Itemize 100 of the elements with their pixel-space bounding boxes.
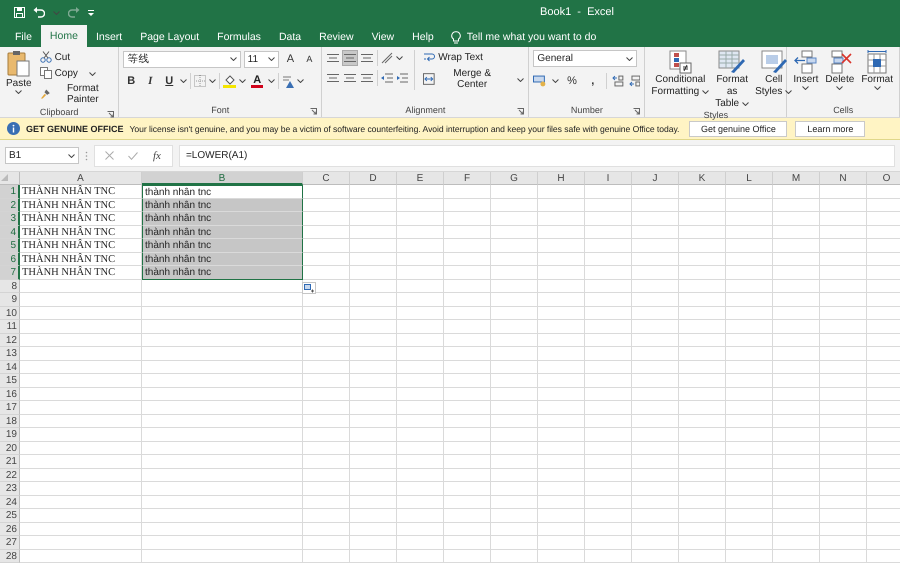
- row-header[interactable]: 27: [0, 536, 20, 550]
- format-painter-button[interactable]: Format Painter: [38, 82, 114, 106]
- quick-analysis-button[interactable]: [302, 282, 316, 294]
- percent-button[interactable]: %: [564, 72, 580, 90]
- ribbon-tab[interactable]: Insert: [86, 27, 132, 47]
- caret-icon: [626, 56, 634, 60]
- underline-button[interactable]: U: [161, 72, 178, 90]
- ribbon-tab[interactable]: Home: [40, 25, 87, 47]
- row-header[interactable]: 24: [0, 496, 20, 509]
- row-header[interactable]: 14: [0, 360, 20, 374]
- row-header[interactable]: 25: [0, 509, 20, 522]
- save-icon: [14, 7, 25, 18]
- paste-button[interactable]: Paste: [4, 50, 34, 106]
- row-header[interactable]: 15: [0, 374, 20, 388]
- ribbon-tab[interactable]: Page Layout: [131, 27, 208, 47]
- comma-style-button[interactable]: ,: [584, 72, 601, 90]
- caret-icon: [15, 90, 22, 94]
- column-header[interactable]: D: [350, 172, 397, 185]
- message-text: Your license isn't genuine, and you may be a victim of software counterfeiting. Avoid interruption and keep your files safe with genuine Office today.: [130, 124, 680, 134]
- row-header[interactable]: 7: [0, 266, 20, 280]
- learn-more-button[interactable]: Learn more: [795, 120, 866, 136]
- row-header[interactable]: 8: [0, 280, 20, 293]
- row-header[interactable]: 22: [0, 468, 20, 482]
- copy-button[interactable]: Copy: [38, 66, 80, 80]
- caret-icon: [180, 79, 188, 83]
- conditional-formatting-icon: [668, 50, 692, 74]
- style-button[interactable]: Format as Table: [713, 50, 752, 110]
- formula-field[interactable]: =LOWER(A1): [178, 144, 895, 166]
- cells-button[interactable]: Format: [859, 50, 895, 103]
- insert-function-button[interactable]: fx: [152, 148, 162, 162]
- row-header[interactable]: 20: [0, 442, 20, 455]
- column-header[interactable]: E: [397, 172, 444, 185]
- group-label: Clipboard: [40, 106, 78, 116]
- row-header[interactable]: 12: [0, 334, 20, 347]
- column-header[interactable]: A: [20, 172, 142, 185]
- column-header[interactable]: L: [726, 172, 773, 185]
- row-header[interactable]: 26: [0, 522, 20, 536]
- column-header[interactable]: I: [585, 172, 632, 185]
- vertical-align-button[interactable]: [360, 51, 374, 65]
- font-size-field[interactable]: 11: [244, 50, 280, 68]
- window-title: Book1 - Excel: [540, 6, 614, 18]
- row-header[interactable]: 10: [0, 306, 20, 320]
- column-header[interactable]: K: [679, 172, 726, 185]
- row-header[interactable]: 23: [0, 482, 20, 496]
- tell-me-field[interactable]: Tell me what you want to do: [450, 27, 637, 47]
- wrap-text-button[interactable]: Wrap Text: [421, 50, 524, 64]
- center-button[interactable]: [343, 71, 358, 85]
- font-color-button[interactable]: A: [249, 74, 266, 85]
- clipboard-icon: [6, 50, 31, 78]
- column-header[interactable]: C: [303, 172, 350, 185]
- ribbon-tab[interactable]: Review: [310, 27, 363, 47]
- row-header[interactable]: 18: [0, 414, 20, 428]
- caret-icon: [209, 79, 216, 83]
- row-header[interactable]: 17: [0, 401, 20, 414]
- column-header[interactable]: M: [773, 172, 820, 185]
- row-header[interactable]: 9: [0, 293, 20, 306]
- vertical-align-button[interactable]: [326, 51, 340, 65]
- get-office-button[interactable]: Get genuine Office: [689, 120, 788, 136]
- row-header[interactable]: 21: [0, 455, 20, 468]
- vertical-align-button[interactable]: [343, 51, 358, 65]
- left-align-button[interactable]: [326, 71, 340, 85]
- column-header[interactable]: O: [867, 172, 900, 185]
- number-format-field[interactable]: General: [533, 50, 638, 67]
- table-cell: THÀNH NHÂN TNC: [20, 212, 142, 226]
- column-header[interactable]: H: [538, 172, 585, 185]
- row-header[interactable]: 3: [0, 212, 20, 226]
- row-header[interactable]: 13: [0, 347, 20, 360]
- row-header[interactable]: 16: [0, 388, 20, 401]
- ribbon-tab[interactable]: File: [6, 27, 41, 47]
- column-header[interactable]: G: [491, 172, 538, 185]
- italic-button[interactable]: I: [142, 72, 158, 90]
- right-align-button[interactable]: [360, 71, 374, 85]
- ribbon-tab[interactable]: Help: [403, 27, 443, 47]
- ribbon-tab[interactable]: View: [362, 27, 404, 47]
- row-header[interactable]: 4: [0, 226, 20, 239]
- caret-icon: [68, 154, 75, 158]
- row-header[interactable]: 2: [0, 198, 20, 212]
- cut-button[interactable]: Cut: [38, 50, 114, 64]
- row-header[interactable]: 1: [0, 185, 20, 198]
- grow-font-button[interactable]: A: [282, 50, 298, 68]
- row-header[interactable]: 6: [0, 252, 20, 266]
- bold-button[interactable]: B: [123, 72, 140, 90]
- ribbon-tab[interactable]: Data: [270, 27, 310, 47]
- row-header[interactable]: 11: [0, 320, 20, 334]
- row-header[interactable]: 28: [0, 550, 20, 563]
- caret-icon: [517, 78, 524, 82]
- ribbon-tab[interactable]: Formulas: [208, 27, 270, 47]
- merge-center-button[interactable]: Merge & Center: [421, 67, 508, 91]
- cells-button[interactable]: Delete: [823, 50, 856, 103]
- font-name-field[interactable]: 等线: [123, 50, 241, 68]
- column-header[interactable]: J: [632, 172, 679, 185]
- row-header[interactable]: 5: [0, 239, 20, 252]
- row-header[interactable]: 19: [0, 428, 20, 442]
- shrink-font-button[interactable]: A: [301, 50, 318, 68]
- column-header[interactable]: B: [142, 172, 303, 185]
- style-button[interactable]: Conditional Formatting: [649, 50, 712, 110]
- column-header[interactable]: N: [820, 172, 867, 185]
- column-header[interactable]: F: [444, 172, 491, 185]
- name-box[interactable]: B1: [5, 147, 79, 164]
- caret-icon: [53, 10, 60, 14]
